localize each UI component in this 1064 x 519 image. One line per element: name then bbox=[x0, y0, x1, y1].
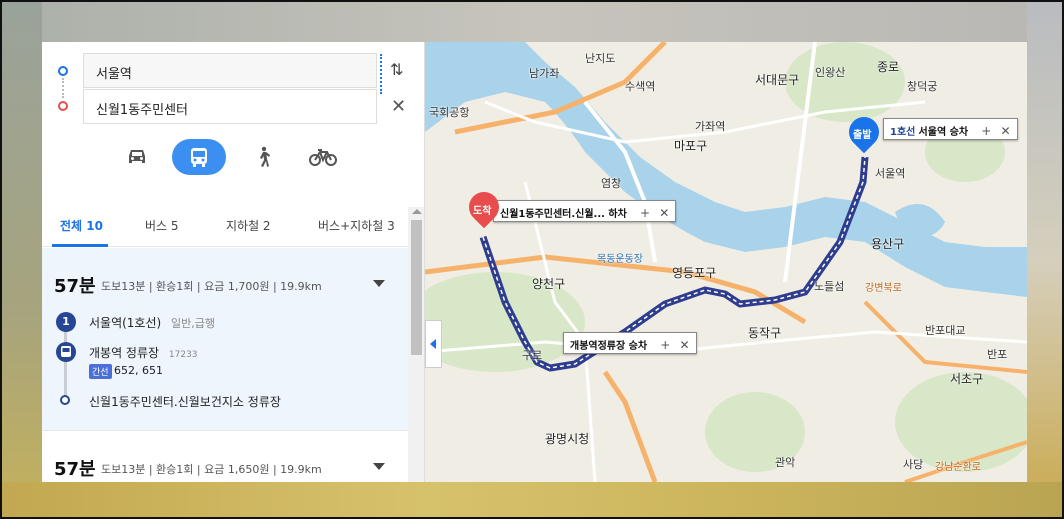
step-station-3: 신월1동주민센터.신월보건지소 정류장 bbox=[89, 395, 281, 409]
map-label: 수색역 bbox=[625, 80, 656, 93]
route-meta: 도보13분 | 환승1회 | 요금 1,700원 | 19.9km bbox=[101, 280, 322, 293]
start-stop-callout[interactable]: 1호선 서울역 승차 + ✕ bbox=[883, 118, 1018, 140]
directions-panel: 서울역 신월1동주민센터 ⇅ ✕ 전체 10 버스 5 지하철 2 버스+지하철… bbox=[42, 42, 425, 482]
bicycle-mode-button[interactable] bbox=[296, 139, 350, 175]
blurred-backdrop-top bbox=[2, 2, 1062, 42]
walk-icon bbox=[260, 146, 270, 167]
map-label: 마포구 bbox=[674, 139, 708, 153]
bicycle-icon bbox=[309, 149, 337, 166]
end-pin-label: 도착 bbox=[473, 206, 492, 217]
callout-line: 1호선 bbox=[890, 127, 916, 138]
destination-step-dot bbox=[60, 395, 70, 405]
plus-icon[interactable]: + bbox=[640, 206, 650, 220]
end-stop-callout[interactable]: 신월1동주민센터.신월... 하차 + ✕ bbox=[493, 200, 677, 222]
map-label: 인왕산 bbox=[815, 66, 846, 79]
swap-icon[interactable]: ⇅ bbox=[390, 60, 403, 79]
callout-text: 신월1동주민센터.신월... 하차 bbox=[500, 209, 627, 220]
chevron-down-icon[interactable] bbox=[373, 280, 385, 287]
tab-subway[interactable]: 지하철 2 bbox=[226, 217, 271, 234]
callout-text: 서울역 승차 bbox=[918, 127, 969, 138]
step-station-2: 개봉역 정류장 17233 bbox=[89, 344, 198, 361]
route-result-1[interactable]: 57분 도보13분 | 환승1회 | 요금 1,700원 | 19.9km 1 … bbox=[42, 248, 408, 430]
route-connector bbox=[62, 78, 64, 98]
active-tab-indicator bbox=[52, 244, 108, 247]
close-icon[interactable]: ✕ bbox=[1000, 124, 1010, 138]
close-icon[interactable]: ✕ bbox=[680, 338, 690, 352]
start-pin-label: 출발 bbox=[853, 130, 872, 141]
origin-input[interactable]: 서울역 bbox=[83, 53, 377, 88]
origin-dot-icon bbox=[58, 66, 68, 76]
destination-dot-icon bbox=[58, 101, 68, 111]
blurred-backdrop-bottom bbox=[2, 482, 1062, 517]
subway-line-badge: 1 bbox=[56, 312, 76, 332]
map-label: 목동운동장 bbox=[597, 254, 643, 265]
map-label: 난지도 bbox=[585, 52, 616, 65]
map-label: 반포 bbox=[987, 348, 1008, 361]
tab-bus-subway[interactable]: 버스+지하철 3 bbox=[318, 217, 395, 234]
map-label: 관악 bbox=[775, 456, 796, 469]
bus-type-badge: 간선 bbox=[89, 364, 112, 379]
station-sub: 일반,급행 bbox=[171, 317, 216, 330]
map-label: 서울역 bbox=[875, 167, 906, 180]
close-icon[interactable]: ✕ bbox=[659, 206, 669, 220]
tab-bus[interactable]: 버스 5 bbox=[145, 217, 179, 234]
map-label: 영등포구 bbox=[672, 266, 717, 280]
map-road-label: 강남순환로 bbox=[935, 462, 981, 473]
route-result-2[interactable]: 57분 도보13분 | 환승1회 | 요금 1,650원 | 19.9km bbox=[42, 430, 408, 482]
map-road-label: 강변북로 bbox=[865, 283, 902, 294]
plus-icon[interactable]: + bbox=[660, 338, 670, 352]
bus-mode-button[interactable] bbox=[172, 139, 226, 175]
focus-indicator bbox=[380, 54, 382, 94]
map-view[interactable]: 서대문구 종로 창덕궁 인왕산 마포구 가좌역 수색역 난지도 남가좌 용산구 … bbox=[425, 42, 1027, 482]
bus-stop-badge bbox=[56, 342, 76, 362]
duration: 57분 bbox=[54, 459, 96, 480]
car-icon bbox=[129, 150, 145, 163]
map-label: 서초구 bbox=[950, 372, 984, 386]
blurred-backdrop-left bbox=[2, 2, 42, 517]
background-frame: 서울역 신월1동주민센터 ⇅ ✕ 전체 10 버스 5 지하철 2 버스+지하철… bbox=[0, 0, 1064, 519]
map-label: 반포대교 bbox=[925, 324, 966, 337]
chevron-down-icon[interactable] bbox=[373, 463, 385, 470]
map-label: 국회공항 bbox=[429, 106, 470, 119]
map-label: 종로 bbox=[877, 60, 900, 74]
station-name: 서울역(1호선) bbox=[89, 316, 162, 330]
walk-mode-button[interactable] bbox=[236, 139, 290, 175]
blurred-backdrop-right bbox=[1027, 2, 1062, 517]
scrollbar-thumb[interactable] bbox=[411, 220, 422, 355]
map-label: 광명시청 bbox=[545, 432, 590, 446]
car-mode-button[interactable] bbox=[110, 139, 164, 175]
map-canvas bbox=[425, 42, 1027, 482]
transfer-callout[interactable]: 개봉역정류장 승차 + ✕ bbox=[563, 332, 697, 354]
step-station-1: 서울역(1호선) 일반,급행 bbox=[89, 314, 215, 331]
destination-input[interactable]: 신월1동주민센터 bbox=[83, 89, 377, 124]
route-meta: 도보13분 | 환승1회 | 요금 1,650원 | 19.9km bbox=[101, 463, 322, 476]
map-label: 가좌역 bbox=[695, 120, 726, 133]
map-label: 남가좌 bbox=[529, 67, 560, 80]
map-label: 구로 bbox=[522, 349, 543, 362]
result-tabs: 전체 10 버스 5 지하철 2 버스+지하철 3 bbox=[42, 207, 408, 247]
plus-icon[interactable]: + bbox=[981, 124, 991, 138]
map-label: 용산구 bbox=[871, 237, 905, 251]
tab-all[interactable]: 전체 10 bbox=[60, 217, 103, 234]
map-label: 염창 bbox=[601, 177, 622, 190]
map-label: 동작구 bbox=[748, 326, 782, 340]
bus-numbers: 652, 651 bbox=[114, 364, 163, 377]
callout-text: 개봉역정류장 승차 bbox=[570, 341, 648, 352]
duration: 57분 bbox=[54, 276, 96, 297]
map-label: 노들섬 bbox=[814, 280, 845, 293]
map-label: 서대문구 bbox=[755, 73, 800, 87]
map-label: 양천구 bbox=[532, 277, 566, 291]
map-label: 창덕궁 bbox=[907, 80, 938, 93]
close-icon[interactable]: ✕ bbox=[391, 96, 406, 117]
transport-modes bbox=[42, 139, 424, 183]
bus-icon bbox=[191, 148, 207, 167]
chevron-left-icon[interactable] bbox=[430, 339, 436, 349]
station-id: 17233 bbox=[168, 350, 198, 360]
station-name: 개봉역 정류장 bbox=[89, 346, 160, 360]
bus-icon bbox=[61, 346, 71, 357]
map-label: 사당 bbox=[903, 458, 924, 471]
scroll-up-arrow-icon[interactable] bbox=[412, 209, 422, 214]
